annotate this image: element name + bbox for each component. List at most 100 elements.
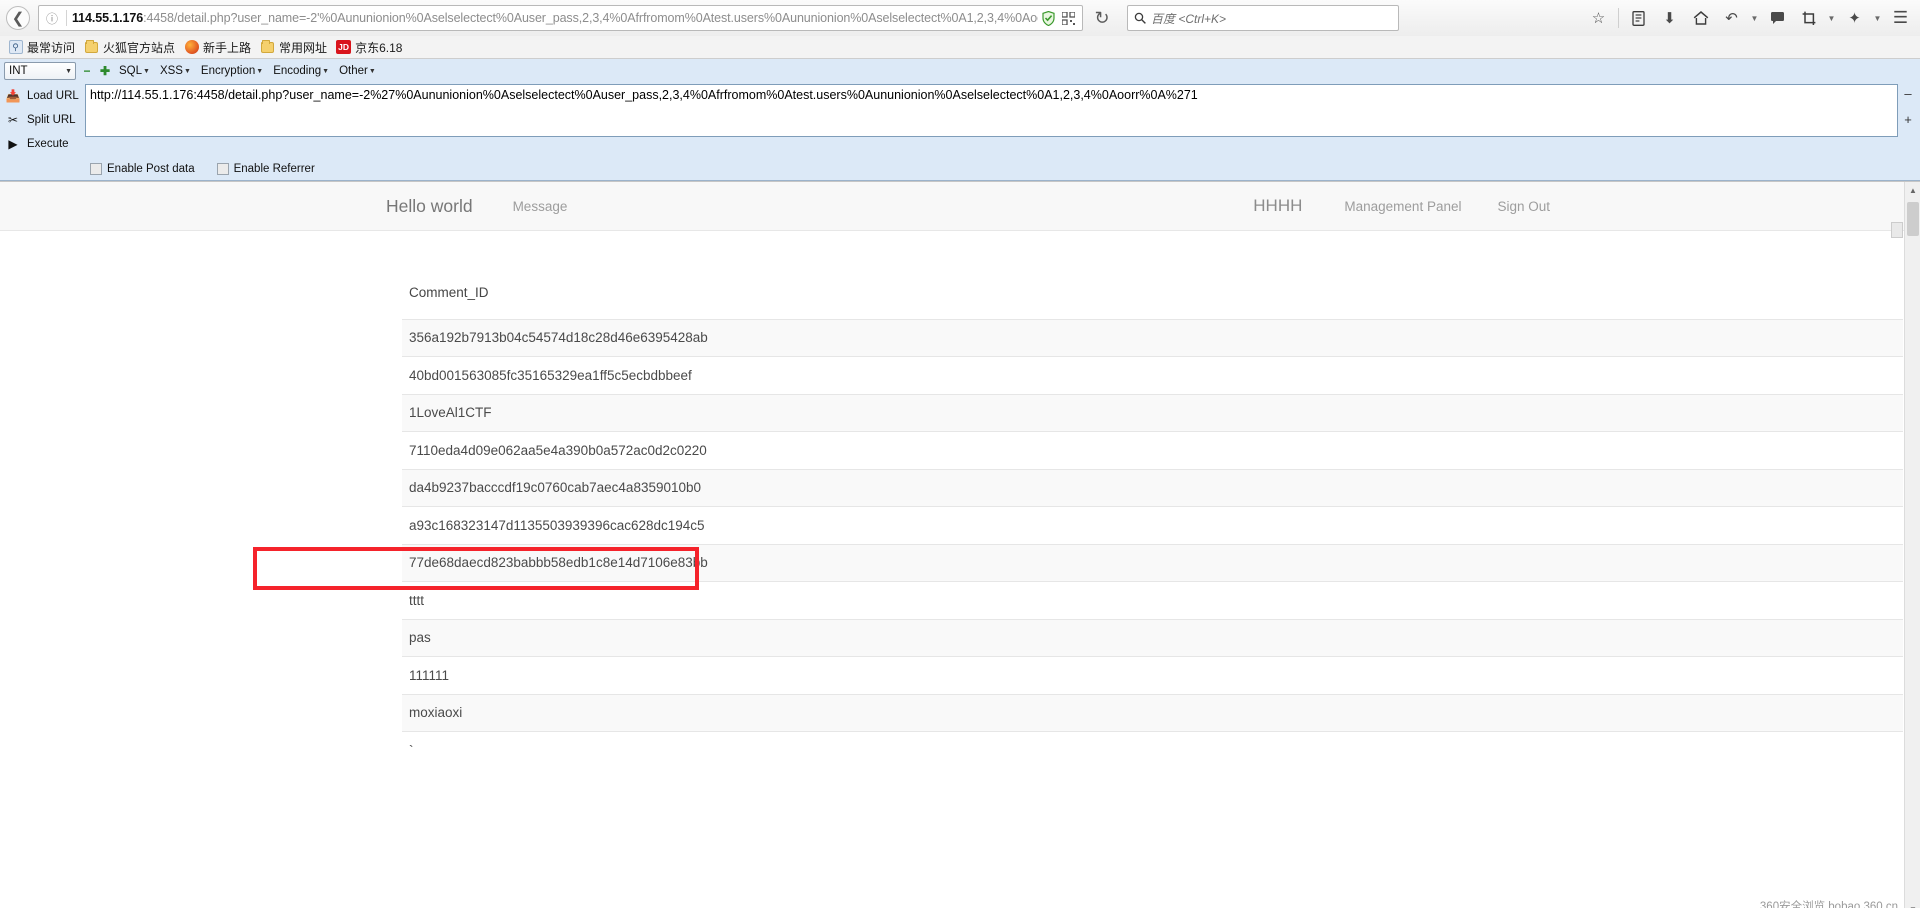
adblock-shield-icon[interactable] [1038, 8, 1058, 28]
table-row: 356a192b7913b04c54574d18c28d46e6395428ab [402, 318, 1903, 357]
screenshot-icon[interactable] [1795, 4, 1822, 32]
chevron-down-icon[interactable]: ▼ [1749, 4, 1760, 32]
downloads-icon[interactable]: ⬇ [1656, 4, 1683, 32]
chevron-down-icon: ▼ [183, 67, 191, 75]
bookmark-getting-started[interactable]: 新手上路 [182, 38, 256, 57]
url-bar[interactable]: ⓘ 114.55.1.176:4458/detail.php?user_name… [38, 5, 1083, 31]
enable-post-data-checkbox[interactable]: Enable Post data [90, 163, 195, 175]
scrollbar-thumb[interactable] [1907, 202, 1919, 236]
split-url-button[interactable]: ✂ Split URL [0, 108, 85, 132]
search-bar[interactable]: 百度 <Ctrl+K> [1127, 5, 1399, 31]
chevron-down-icon: ▼ [65, 67, 72, 75]
bookmark-firefox-official[interactable]: 火狐官方站点 [82, 38, 180, 57]
menu-label: SQL [119, 65, 143, 77]
menu-label: Encryption [200, 65, 256, 77]
jd-icon: JD [336, 40, 352, 55]
execute-button[interactable]: ▶ Execute [0, 132, 85, 156]
feather-icon[interactable]: ✦ [1841, 4, 1868, 32]
hackbar-expand-button[interactable]: + [1901, 107, 1915, 133]
menu-sql[interactable]: SQL ▼ [116, 65, 153, 77]
table-row: moxiaoxi [402, 693, 1903, 732]
table-row: 77de68daecd823babbb58edb1c8e14d7106e83bb [402, 543, 1903, 582]
hamburger-menu-icon[interactable]: ☰ [1887, 4, 1914, 32]
menu-encoding[interactable]: Encoding ▼ [270, 65, 332, 77]
page-viewport: Hello world Message HHHH Management Pane… [0, 182, 1920, 908]
table-cell-highlighted: 1LoveAl1CTF [402, 393, 1903, 432]
menu-label: Other [339, 65, 368, 77]
home-icon[interactable] [1687, 4, 1714, 32]
chat-bubble-icon[interactable] [1764, 4, 1791, 32]
url-host: 114.55.1.176 [72, 11, 144, 25]
table-cell: pas [402, 618, 1903, 657]
nav-link-message[interactable]: Message [513, 199, 568, 214]
chevron-down-icon: ▼ [322, 67, 330, 75]
reload-icon[interactable]: ↻ [1087, 4, 1117, 32]
sidebar-toggle-tab[interactable] [1891, 222, 1903, 238]
chevron-down-icon: ▼ [256, 67, 264, 75]
checkbox-label: Enable Referrer [233, 163, 315, 175]
load-url-icon: 📥 [5, 89, 21, 103]
menu-encryption[interactable]: Encryption ▼ [198, 65, 266, 77]
load-url-label: Load URL [27, 90, 79, 102]
bookmark-common-sites[interactable]: 常用网址 [258, 38, 332, 57]
qrcode-shape [1061, 11, 1075, 25]
info-icon[interactable]: ⓘ [43, 9, 61, 27]
bookmark-star-icon[interactable]: ☆ [1585, 4, 1612, 32]
page-scrollbar[interactable]: ▲ ▼ [1904, 182, 1920, 908]
table-cell: 7110eda4d09e062aa5e4a390b0a572ac0d2c0220 [402, 431, 1903, 469]
watermark-text: 360安全浏览 bobao.360.cn [1759, 901, 1898, 908]
table-row: 7110eda4d09e062aa5e4a390b0a572ac0d2c0220 [402, 431, 1903, 469]
bookmark-jd[interactable]: JD 京东6.18 [334, 38, 407, 57]
nav-link-management-panel[interactable]: Management Panel [1344, 199, 1461, 214]
table-row: 111111 [402, 656, 1903, 694]
split-url-label: Split URL [27, 114, 76, 126]
result-table: Comment_ID 356a192b7913b04c54574d18c28d4… [402, 257, 1903, 769]
enable-referrer-checkbox[interactable]: Enable Referrer [216, 163, 315, 175]
checkbox-label: Enable Post data [107, 163, 195, 175]
chevron-down-icon-2[interactable]: ▼ [1826, 4, 1837, 32]
add-tab-icon[interactable]: ✚ [98, 62, 112, 80]
menu-other[interactable]: Other ▼ [336, 65, 379, 77]
nav-link-sign-out[interactable]: Sign Out [1497, 199, 1550, 214]
site-navbar: Hello world Message HHHH Management Pane… [0, 182, 1920, 231]
bookmark-most-visited[interactable]: ⚲ 最常访问 [6, 38, 80, 57]
folder-icon [84, 39, 99, 55]
site-brand[interactable]: Hello world [386, 196, 473, 217]
execute-icon: ▶ [8, 137, 18, 151]
table-row: 40bd001563085fc35165329ea1ff5c5ecbdbbeef [402, 356, 1903, 394]
int-type-select[interactable]: INT ▼ [4, 62, 76, 80]
menu-xss[interactable]: XSS ▼ [157, 65, 194, 77]
table-head: Comment_ID [402, 257, 1903, 319]
shield-shape [1041, 10, 1055, 26]
hackbar-collapse-button[interactable]: – [1901, 81, 1915, 107]
table-cell: ` [402, 731, 1903, 769]
back-arrow-icon[interactable]: ❮ [6, 6, 30, 30]
load-url-button[interactable]: 📥 Load URL [0, 84, 85, 108]
qrcode-icon[interactable] [1058, 8, 1078, 28]
history-back-icon[interactable]: ↶ [1718, 4, 1745, 32]
hackbar-panel: INT ▼ − ✚ SQL ▼ XSS ▼ Encryption ▼ Encoding… [0, 59, 1920, 181]
hackbar-toolbar: INT ▼ − ✚ SQL ▼ XSS ▼ Encryption ▼ Encoding… [0, 59, 1920, 81]
table-cell: 356a192b7913b04c54574d18c28d46e6395428ab [402, 318, 1903, 357]
chevron-down-icon-3[interactable]: ▼ [1872, 4, 1883, 32]
table-row: tttt [402, 581, 1903, 619]
home-shape [1693, 11, 1708, 25]
table-row: pas [402, 618, 1903, 657]
scroll-up-arrow-icon[interactable]: ▲ [1905, 182, 1920, 198]
scroll-down-arrow-icon[interactable]: ▼ [1905, 901, 1920, 908]
hackbar-url-input[interactable]: http://114.55.1.176:4458/detail.php?user… [85, 84, 1898, 137]
bookmark-label: 最常访问 [27, 40, 76, 55]
firefox-icon [184, 40, 199, 55]
most-visited-icon: ⚲ [8, 40, 23, 55]
column-header-comment-id: Comment_ID [409, 285, 489, 300]
urlbar-divider [66, 10, 67, 26]
nav-username: HHHH [1253, 196, 1303, 215]
library-icon[interactable] [1625, 4, 1652, 32]
remove-tab-icon[interactable]: − [80, 62, 94, 80]
table-row: ` [402, 731, 1903, 769]
crop-shape [1802, 11, 1815, 25]
table-cell: 111111 [402, 656, 1903, 694]
library-shape [1632, 10, 1645, 26]
browser-chrome: ❮ ⓘ 114.55.1.176:4458/detail.php?user_na… [0, 0, 1920, 182]
table-cell: tttt [402, 581, 1903, 619]
